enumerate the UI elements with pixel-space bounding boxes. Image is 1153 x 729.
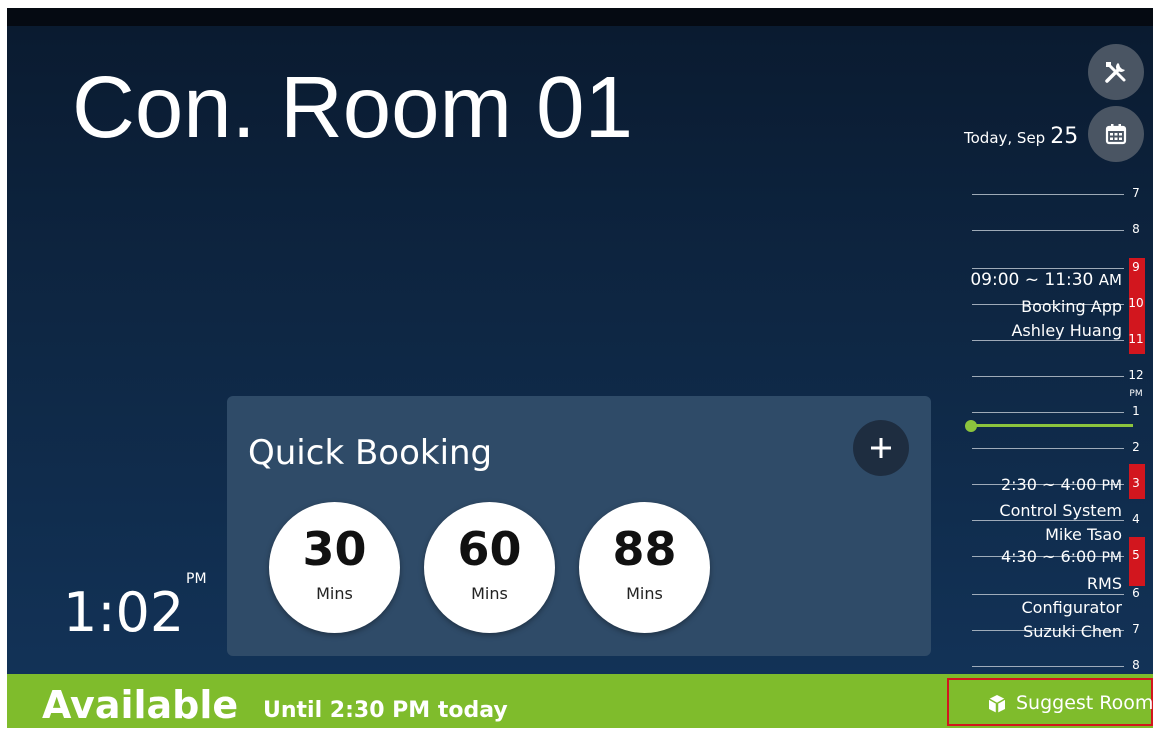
suggest-room-content: Suggest Room xyxy=(949,680,1153,724)
quick-booking-title: Quick Booking xyxy=(248,433,493,473)
event-title: Booking App xyxy=(1021,297,1122,316)
hour-label: 7 xyxy=(1132,622,1140,636)
event-title: Control System xyxy=(999,501,1122,520)
duration-unit: Mins xyxy=(471,584,508,603)
event-organizer: Suzuki Chen xyxy=(1023,622,1122,641)
timeline-gridline xyxy=(972,666,1124,667)
date-label: Today, Sep 25 xyxy=(964,124,1078,149)
calendar-button[interactable] xyxy=(1088,106,1144,162)
hour-label: 12 xyxy=(1128,368,1144,382)
hour-label: 1 xyxy=(1132,404,1140,418)
suggest-room-button[interactable]: Suggest Room xyxy=(947,678,1153,726)
event-time: 4:30 ~ 6:00 PM xyxy=(1000,547,1122,566)
event-time: 2:30 ~ 4:00 PM xyxy=(1000,475,1122,494)
timeline-gridline xyxy=(972,376,1124,377)
top-bar xyxy=(7,8,1153,26)
current-time-line xyxy=(971,424,1133,427)
event-organizer: Ashley Huang xyxy=(1011,321,1122,340)
hour-label: 8 xyxy=(1132,658,1140,672)
pm-marker: PM xyxy=(1129,389,1143,399)
status-until: Until 2:30 PM today xyxy=(263,698,508,723)
duration-value: 60 xyxy=(457,522,522,576)
timeline-gridline xyxy=(972,194,1124,195)
cube-icon xyxy=(988,695,1006,713)
timeline-gridline xyxy=(972,230,1124,231)
book-30-mins-button[interactable]: 30 Mins xyxy=(269,502,400,633)
room-status-bar: Available Until 2:30 PM today Suggest Ro… xyxy=(7,674,1153,728)
event-title-line2: Configurator xyxy=(1021,598,1123,617)
book-60-mins-button[interactable]: 60 Mins xyxy=(424,502,555,633)
clock-time: 1:02 xyxy=(63,581,185,644)
quick-booking-panel: Quick Booking 30 Mins 60 Mins 88 Mins xyxy=(227,396,931,656)
hour-label: 10 xyxy=(1128,296,1144,310)
clock-ampm: PM xyxy=(186,571,207,587)
hour-label: 3 xyxy=(1132,476,1140,490)
status-label: Available xyxy=(42,683,239,727)
hour-label: 2 xyxy=(1132,440,1140,454)
tools-icon xyxy=(1105,62,1126,83)
hour-label: 11 xyxy=(1128,332,1144,346)
event-organizer: Mike Tsao xyxy=(1045,525,1122,544)
room-title: Con. Room 01 xyxy=(72,59,633,156)
timeline-gridline xyxy=(972,520,1124,521)
room-display-screen: Con. Room 01 Today, Sep 25 7 8 9 10 11 1… xyxy=(7,8,1153,728)
duration-value: 88 xyxy=(612,522,677,576)
duration-value: 30 xyxy=(302,522,367,576)
hour-label: 7 xyxy=(1132,186,1140,200)
suggest-room-label: Suggest Room xyxy=(1016,692,1153,714)
date-day: 25 xyxy=(1050,124,1079,149)
timeline-gridline xyxy=(972,340,1124,341)
hour-label: 9 xyxy=(1132,260,1140,274)
event-time: 09:00 ~ 11:30 AM xyxy=(970,270,1122,290)
hour-label: 8 xyxy=(1132,222,1140,236)
duration-unit: Mins xyxy=(316,584,353,603)
hour-label: 5 xyxy=(1132,548,1140,562)
quick-booking-add-button[interactable] xyxy=(853,420,909,476)
timeline-gridline xyxy=(972,594,1124,595)
duration-unit: Mins xyxy=(626,584,663,603)
event-title: RMS xyxy=(1086,574,1122,593)
timeline-gridline xyxy=(972,448,1124,449)
current-time-indicator xyxy=(965,420,1133,432)
hour-label: 6 xyxy=(1132,586,1140,600)
timeline-gridline xyxy=(972,268,1124,269)
date-prefix: Today, Sep xyxy=(964,129,1046,147)
timeline-gridline xyxy=(972,412,1124,413)
hour-label: 4 xyxy=(1132,512,1140,526)
book-88-mins-button[interactable]: 88 Mins xyxy=(579,502,710,633)
plus-icon xyxy=(871,438,891,458)
settings-button[interactable] xyxy=(1088,44,1144,100)
calendar-icon xyxy=(1105,124,1127,145)
